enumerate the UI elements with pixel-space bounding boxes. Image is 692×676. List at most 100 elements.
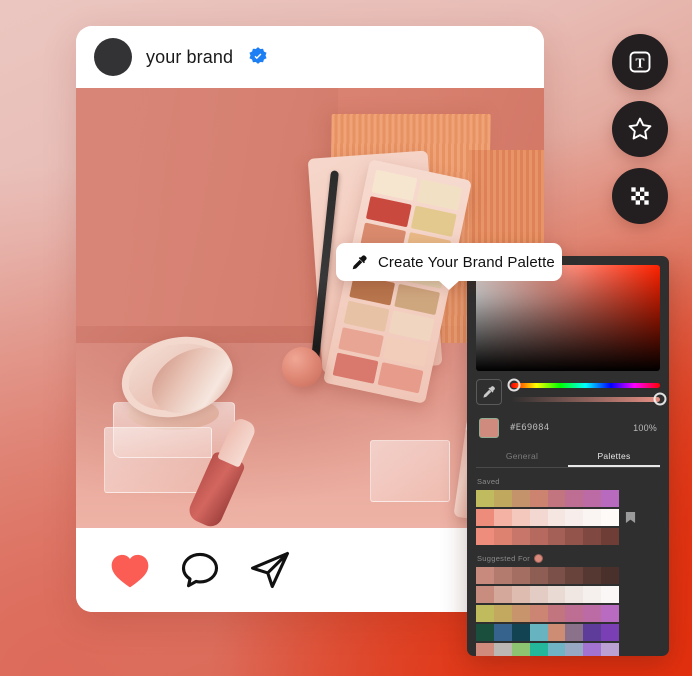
- palette-row[interactable]: [476, 624, 660, 641]
- eyedropper-button[interactable]: [476, 379, 502, 405]
- palette-row[interactable]: [476, 586, 660, 603]
- avatar[interactable]: [94, 38, 132, 76]
- palette-swatch[interactable]: [565, 490, 584, 507]
- palette-swatch[interactable]: [565, 643, 584, 656]
- palette-swatch[interactable]: [601, 605, 619, 622]
- palette-swatch[interactable]: [529, 643, 548, 656]
- hue-slider-handle[interactable]: [507, 378, 521, 392]
- palette-swatch[interactable]: [565, 509, 584, 526]
- palette-swatch[interactable]: [493, 605, 512, 622]
- palette-swatch[interactable]: [511, 490, 530, 507]
- palette-swatch[interactable]: [583, 528, 602, 545]
- alpha-slider-handle[interactable]: [653, 392, 667, 406]
- create-brand-palette-tooltip[interactable]: Create Your Brand Palette: [336, 243, 562, 281]
- palette-swatch[interactable]: [476, 490, 494, 507]
- palette-strip[interactable]: [476, 624, 619, 641]
- palette-row[interactable]: [476, 490, 660, 507]
- palette-swatch[interactable]: [583, 624, 602, 641]
- palette-swatch[interactable]: [547, 605, 566, 622]
- share-button[interactable]: [248, 548, 292, 592]
- palette-strip[interactable]: [476, 509, 619, 526]
- palette-swatch[interactable]: [529, 528, 548, 545]
- palette-row[interactable]: [476, 567, 660, 584]
- palette-swatch[interactable]: [493, 509, 512, 526]
- palette-swatch[interactable]: [583, 567, 602, 584]
- palette-row[interactable]: [476, 643, 660, 656]
- palette-swatch[interactable]: [529, 624, 548, 641]
- palette-strip[interactable]: [476, 605, 619, 622]
- palette-swatch[interactable]: [476, 509, 494, 526]
- palette-swatch[interactable]: [476, 605, 494, 622]
- palette-swatch[interactable]: [493, 528, 512, 545]
- palette-swatch[interactable]: [583, 509, 602, 526]
- palette-swatch[interactable]: [601, 528, 619, 545]
- palette-swatch[interactable]: [511, 528, 530, 545]
- alpha-slider[interactable]: [511, 392, 667, 406]
- current-color-swatch[interactable]: [479, 418, 499, 438]
- palette-swatch[interactable]: [511, 624, 530, 641]
- palette-swatch[interactable]: [601, 586, 619, 603]
- palette-swatch[interactable]: [493, 567, 512, 584]
- palette-swatch[interactable]: [583, 490, 602, 507]
- palette-swatch[interactable]: [529, 509, 548, 526]
- comment-button[interactable]: [178, 548, 222, 592]
- pattern-tool-button[interactable]: [612, 168, 668, 224]
- palette-swatch[interactable]: [547, 567, 566, 584]
- palette-row[interactable]: [476, 528, 660, 545]
- palette-row[interactable]: [476, 605, 660, 622]
- palette-swatch[interactable]: [511, 567, 530, 584]
- palette-strip[interactable]: [476, 490, 619, 507]
- tab-general[interactable]: General: [476, 451, 568, 467]
- palette-swatch[interactable]: [547, 624, 566, 641]
- palette-swatch[interactable]: [476, 567, 494, 584]
- text-tool-button[interactable]: T: [612, 34, 668, 90]
- palette-swatch[interactable]: [511, 605, 530, 622]
- palette-row[interactable]: [476, 509, 660, 526]
- palette-swatch[interactable]: [601, 643, 619, 656]
- palette-swatch[interactable]: [547, 509, 566, 526]
- palette-swatch[interactable]: [583, 643, 602, 656]
- palette-swatch[interactable]: [601, 624, 619, 641]
- palette-swatch[interactable]: [583, 586, 602, 603]
- palette-swatch[interactable]: [476, 643, 494, 656]
- palette-swatch[interactable]: [601, 490, 619, 507]
- hue-slider[interactable]: [507, 378, 660, 392]
- palette-swatch[interactable]: [493, 643, 512, 656]
- palette-swatch[interactable]: [511, 643, 530, 656]
- palette-swatch[interactable]: [547, 586, 566, 603]
- palette-strip[interactable]: [476, 643, 619, 656]
- palette-swatch[interactable]: [529, 567, 548, 584]
- palette-swatch[interactable]: [476, 528, 494, 545]
- palette-strip[interactable]: [476, 528, 619, 545]
- palette-swatch[interactable]: [547, 528, 566, 545]
- like-button[interactable]: [108, 548, 152, 592]
- palette-swatch[interactable]: [583, 605, 602, 622]
- palette-swatch[interactable]: [511, 509, 530, 526]
- palette-swatch[interactable]: [565, 586, 584, 603]
- palette-swatch[interactable]: [493, 490, 512, 507]
- palette-swatch[interactable]: [476, 586, 494, 603]
- palette-swatch[interactable]: [565, 624, 584, 641]
- hex-value[interactable]: #E69084: [510, 423, 622, 433]
- bookmark-icon[interactable]: [625, 511, 636, 524]
- palette-strip[interactable]: [476, 586, 619, 603]
- palette-swatch[interactable]: [547, 643, 566, 656]
- palette-swatch[interactable]: [601, 567, 619, 584]
- palette-swatch[interactable]: [565, 567, 584, 584]
- palette-swatch[interactable]: [601, 509, 619, 526]
- palette-swatch[interactable]: [529, 586, 548, 603]
- palette-swatch[interactable]: [547, 490, 566, 507]
- palette-swatch[interactable]: [476, 624, 494, 641]
- palette-swatch[interactable]: [529, 490, 548, 507]
- opacity-value[interactable]: 100%: [633, 423, 657, 433]
- palette-swatch[interactable]: [493, 624, 512, 641]
- effects-tool-button[interactable]: [612, 101, 668, 157]
- palette-strip[interactable]: [476, 567, 619, 584]
- palette-swatch[interactable]: [511, 586, 530, 603]
- palette-swatch[interactable]: [529, 605, 548, 622]
- palette-swatch[interactable]: [493, 586, 512, 603]
- tab-palettes[interactable]: Palettes: [568, 451, 660, 467]
- palette-swatch[interactable]: [565, 528, 584, 545]
- eyedropper-icon: [483, 386, 495, 398]
- palette-swatch[interactable]: [565, 605, 584, 622]
